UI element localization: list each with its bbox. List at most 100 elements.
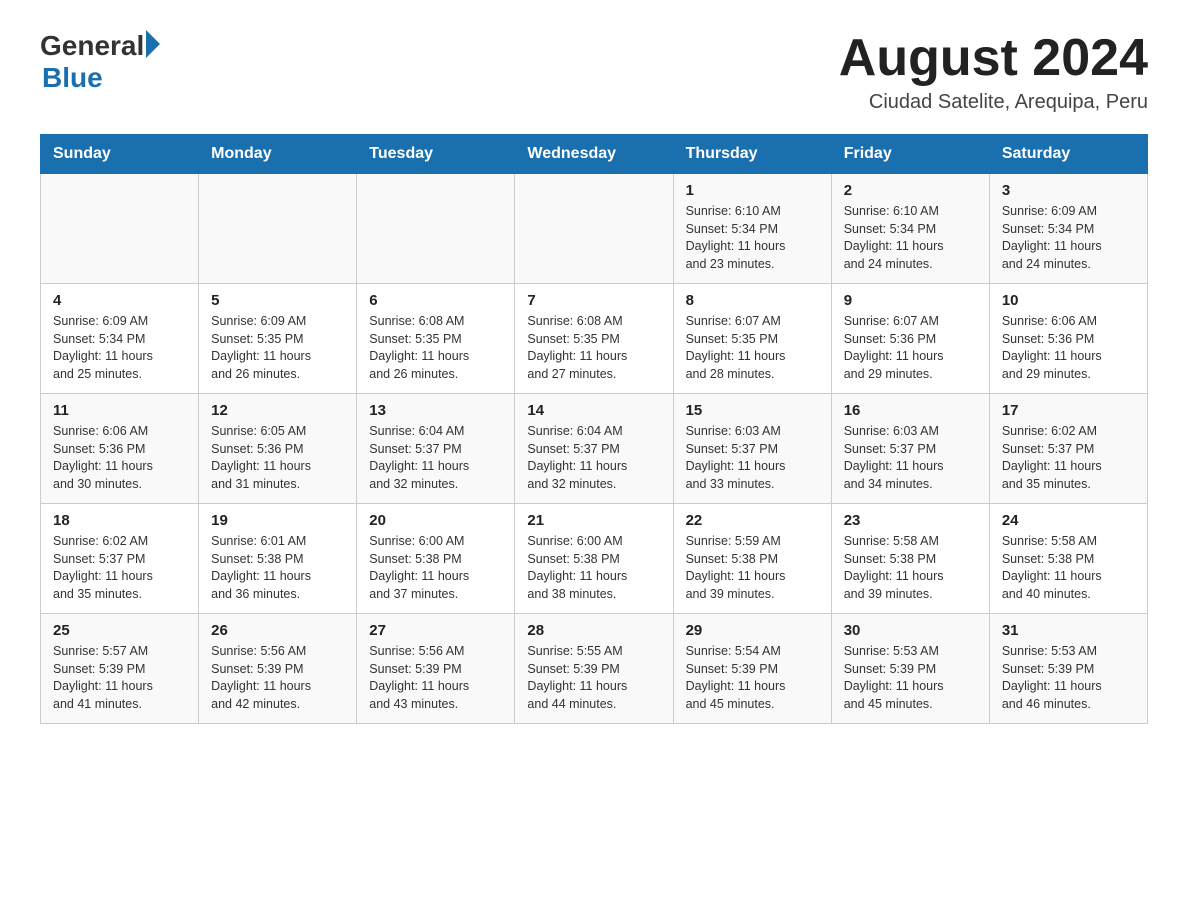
day-number: 18 <box>53 512 186 529</box>
day-number: 1 <box>686 182 819 199</box>
day-info: Sunrise: 6:03 AM Sunset: 5:37 PM Dayligh… <box>686 423 819 493</box>
calendar-cell: 24Sunrise: 5:58 AM Sunset: 5:38 PM Dayli… <box>989 504 1147 614</box>
day-number: 17 <box>1002 402 1135 419</box>
day-number: 14 <box>527 402 660 419</box>
calendar-cell: 21 Sunrise: 6:00 AM Sunset: 5:38 PM Dayli… <box>515 504 673 614</box>
day-info: Sunrise: 5:58 AM Sunset: 5:38 PM Dayligh… <box>844 533 977 603</box>
day-info: Sunrise: 6:06 AM Sunset: 5:36 PM Dayligh… <box>1002 313 1135 383</box>
day-info: Sunrise: 6:07 AM Sunset: 5:36 PM Dayligh… <box>844 313 977 383</box>
calendar-cell: 12 Sunrise: 6:05 AM Sunset: 5:36 PM Dayli… <box>199 394 357 504</box>
day-info: Sunrise: 5:53 AM Sunset: 5:39 PM Dayligh… <box>1002 643 1135 713</box>
logo-blue-text: Blue <box>42 62 103 94</box>
calendar-cell: 9 Sunrise: 6:07 AM Sunset: 5:36 PM Daylig… <box>831 284 989 394</box>
day-number: 3 <box>1002 182 1135 199</box>
day-info: Sunrise: 5:57 AM Sunset: 5:39 PM Dayligh… <box>53 643 186 713</box>
day-number: 12 <box>211 402 344 419</box>
calendar-cell <box>357 174 515 284</box>
calendar-week-row: 18 Sunrise: 6:02 AM Sunset: 5:37 PM Dayli… <box>41 504 1148 614</box>
day-info: Sunrise: 6:03 AM Sunset: 5:37 PM Dayligh… <box>844 423 977 493</box>
day-number: 21 <box>527 512 660 529</box>
calendar-cell: 1Sunrise: 6:10 AM Sunset: 5:34 PM Daylig… <box>673 174 831 284</box>
calendar-cell: 18 Sunrise: 6:02 AM Sunset: 5:37 PM Dayli… <box>41 504 199 614</box>
calendar-cell: 17 Sunrise: 6:02 AM Sunset: 5:37 PM Dayli… <box>989 394 1147 504</box>
weekday-header-wednesday: Wednesday <box>515 135 673 174</box>
weekday-header-tuesday: Tuesday <box>357 135 515 174</box>
calendar-cell: 20 Sunrise: 6:00 AM Sunset: 5:38 PM Dayli… <box>357 504 515 614</box>
calendar-cell <box>41 174 199 284</box>
day-info: Sunrise: 6:06 AM Sunset: 5:36 PM Dayligh… <box>53 423 186 493</box>
day-number: 9 <box>844 292 977 309</box>
calendar-week-row: 11 Sunrise: 6:06 AM Sunset: 5:36 PM Dayli… <box>41 394 1148 504</box>
title-section: August 2024 Ciudad Satelite, Arequipa, P… <box>839 30 1148 114</box>
day-info: Sunrise: 6:07 AM Sunset: 5:35 PM Dayligh… <box>686 313 819 383</box>
day-info: Sunrise: 5:55 AM Sunset: 5:39 PM Dayligh… <box>527 643 660 713</box>
calendar-cell: 30Sunrise: 5:53 AM Sunset: 5:39 PM Dayli… <box>831 614 989 724</box>
day-number: 22 <box>686 512 819 529</box>
calendar-cell: 29Sunrise: 5:54 AM Sunset: 5:39 PM Dayli… <box>673 614 831 724</box>
day-number: 5 <box>211 292 344 309</box>
calendar-week-row: 25 Sunrise: 5:57 AM Sunset: 5:39 PM Dayli… <box>41 614 1148 724</box>
day-number: 29 <box>686 622 819 639</box>
calendar-cell: 13Sunrise: 6:04 AM Sunset: 5:37 PM Dayli… <box>357 394 515 504</box>
day-number: 19 <box>211 512 344 529</box>
day-info: Sunrise: 6:10 AM Sunset: 5:34 PM Dayligh… <box>844 203 977 273</box>
day-info: Sunrise: 6:09 AM Sunset: 5:34 PM Dayligh… <box>53 313 186 383</box>
calendar-cell: 15Sunrise: 6:03 AM Sunset: 5:37 PM Dayli… <box>673 394 831 504</box>
calendar-cell: 7Sunrise: 6:08 AM Sunset: 5:35 PM Daylig… <box>515 284 673 394</box>
day-number: 10 <box>1002 292 1135 309</box>
day-number: 25 <box>53 622 186 639</box>
day-number: 24 <box>1002 512 1135 529</box>
day-info: Sunrise: 6:00 AM Sunset: 5:38 PM Dayligh… <box>369 533 502 603</box>
weekday-header-sunday: Sunday <box>41 135 199 174</box>
page-title: August 2024 <box>839 30 1148 87</box>
calendar-cell: 19 Sunrise: 6:01 AM Sunset: 5:38 PM Dayli… <box>199 504 357 614</box>
day-info: Sunrise: 6:02 AM Sunset: 5:37 PM Dayligh… <box>1002 423 1135 493</box>
calendar-week-row: 1 Sunrise: 6:10 AM Sunset: 5:34 PM Daylig… <box>41 174 1148 284</box>
calendar-cell: 28 Sunrise: 5:55 AM Sunset: 5:39 PM Dayli… <box>515 614 673 724</box>
calendar-cell: 14 Sunrise: 6:04 AM Sunset: 5:37 PM Dayli… <box>515 394 673 504</box>
day-info: Sunrise: 5:59 AM Sunset: 5:38 PM Dayligh… <box>686 533 819 603</box>
day-info: Sunrise: 6:08 AM Sunset: 5:35 PM Dayligh… <box>369 313 502 383</box>
calendar-cell: 2 Sunrise: 6:10 AM Sunset: 5:34 PM Daylig… <box>831 174 989 284</box>
calendar-cell: 3 Sunrise: 6:09 AM Sunset: 5:34 PM Daylig… <box>989 174 1147 284</box>
logo-general-text: General <box>40 30 144 62</box>
day-number: 30 <box>844 622 977 639</box>
day-number: 31 <box>1002 622 1135 639</box>
day-info: Sunrise: 6:05 AM Sunset: 5:36 PM Dayligh… <box>211 423 344 493</box>
day-info: Sunrise: 5:56 AM Sunset: 5:39 PM Dayligh… <box>211 643 344 713</box>
calendar-week-row: 4 Sunrise: 6:09 AM Sunset: 5:34 PM Daylig… <box>41 284 1148 394</box>
day-number: 6 <box>369 292 502 309</box>
logo-arrow-icon <box>146 30 160 58</box>
calendar-cell: 6 Sunrise: 6:08 AM Sunset: 5:35 PM Daylig… <box>357 284 515 394</box>
day-number: 2 <box>844 182 977 199</box>
day-info: Sunrise: 6:09 AM Sunset: 5:34 PM Dayligh… <box>1002 203 1135 273</box>
day-number: 26 <box>211 622 344 639</box>
calendar-cell <box>515 174 673 284</box>
day-info: Sunrise: 6:01 AM Sunset: 5:38 PM Dayligh… <box>211 533 344 603</box>
calendar-table: SundayMondayTuesdayWednesdayThursdayFrid… <box>40 134 1148 724</box>
calendar-cell: 25 Sunrise: 5:57 AM Sunset: 5:39 PM Dayli… <box>41 614 199 724</box>
calendar-cell: 10 Sunrise: 6:06 AM Sunset: 5:36 PM Dayli… <box>989 284 1147 394</box>
day-info: Sunrise: 6:00 AM Sunset: 5:38 PM Dayligh… <box>527 533 660 603</box>
day-number: 20 <box>369 512 502 529</box>
weekday-header-thursday: Thursday <box>673 135 831 174</box>
weekday-header-row: SundayMondayTuesdayWednesdayThursdayFrid… <box>41 135 1148 174</box>
calendar-cell: 26 Sunrise: 5:56 AM Sunset: 5:39 PM Dayli… <box>199 614 357 724</box>
day-number: 23 <box>844 512 977 529</box>
day-number: 28 <box>527 622 660 639</box>
page-subtitle: Ciudad Satelite, Arequipa, Peru <box>839 91 1148 114</box>
calendar-cell: 4 Sunrise: 6:09 AM Sunset: 5:34 PM Daylig… <box>41 284 199 394</box>
weekday-header-friday: Friday <box>831 135 989 174</box>
day-info: Sunrise: 6:04 AM Sunset: 5:37 PM Dayligh… <box>527 423 660 493</box>
day-number: 11 <box>53 402 186 419</box>
day-number: 4 <box>53 292 186 309</box>
day-info: Sunrise: 6:02 AM Sunset: 5:37 PM Dayligh… <box>53 533 186 603</box>
weekday-header-monday: Monday <box>199 135 357 174</box>
calendar-cell: 27Sunrise: 5:56 AM Sunset: 5:39 PM Dayli… <box>357 614 515 724</box>
calendar-cell: 23 Sunrise: 5:58 AM Sunset: 5:38 PM Dayli… <box>831 504 989 614</box>
day-number: 13 <box>369 402 502 419</box>
day-info: Sunrise: 6:09 AM Sunset: 5:35 PM Dayligh… <box>211 313 344 383</box>
calendar-cell: 31 Sunrise: 5:53 AM Sunset: 5:39 PM Dayli… <box>989 614 1147 724</box>
day-number: 8 <box>686 292 819 309</box>
calendar-cell: 5 Sunrise: 6:09 AM Sunset: 5:35 PM Daylig… <box>199 284 357 394</box>
